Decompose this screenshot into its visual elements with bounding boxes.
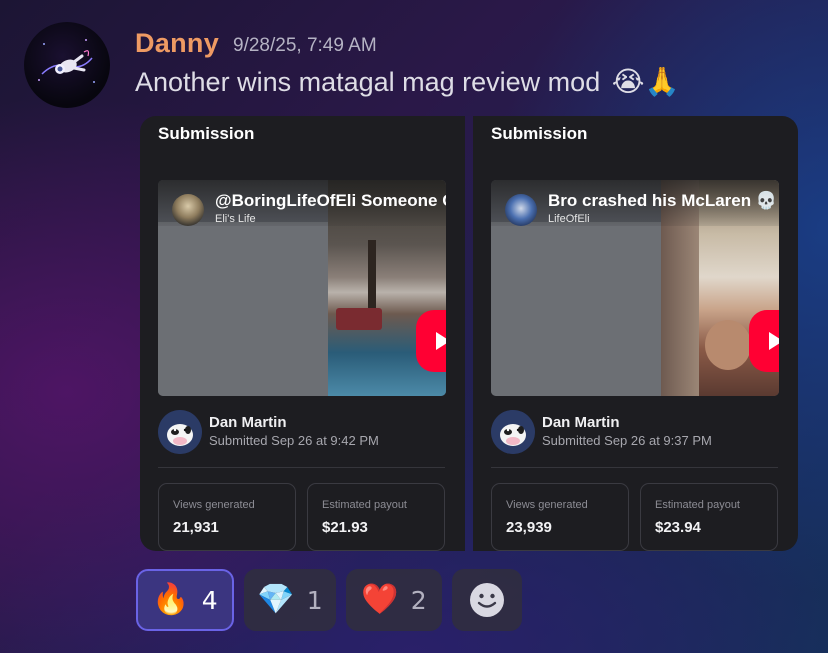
- reaction-count: 2: [410, 585, 427, 615]
- views-value: 21,931: [173, 519, 219, 536]
- payout-value: $21.93: [322, 519, 368, 536]
- cow-avatar-icon: [491, 410, 535, 454]
- video-title[interactable]: @BoringLifeOfEli Someone C: [215, 191, 446, 211]
- reaction-gem[interactable]: 💎 1: [244, 569, 336, 631]
- channel-avatar[interactable]: [172, 194, 204, 226]
- message-emojis: 😭🙏: [611, 66, 680, 97]
- divider: [158, 467, 445, 468]
- payout-label: Estimated payout: [322, 499, 407, 511]
- views-label: Views generated: [173, 499, 255, 511]
- views-stat: Views generated 21,931: [158, 483, 296, 551]
- message-text: Another wins matagal mag review mod 😭🙏: [135, 65, 679, 98]
- views-label: Views generated: [506, 499, 588, 511]
- video-thumbnail[interactable]: Bro crashed his McLaren 💀 LifeOfEli: [491, 180, 779, 396]
- cow-avatar-icon: [158, 410, 202, 454]
- submitter-name[interactable]: Dan Martin: [542, 414, 620, 431]
- submitter-avatar[interactable]: [491, 410, 535, 454]
- add-reaction-icon: [470, 583, 504, 617]
- payout-stat: Estimated payout $23.94: [640, 483, 778, 551]
- add-reaction-button[interactable]: [452, 569, 522, 631]
- message-body: Another wins matagal mag review mod: [135, 67, 601, 97]
- submission-card[interactable]: Submission @BoringLifeOfEli Someone C El…: [140, 116, 465, 551]
- submission-card[interactable]: Submission Bro crashed his McLaren 💀 Lif…: [473, 116, 798, 551]
- submitted-date: Submitted Sep 26 at 9:42 PM: [209, 433, 379, 448]
- reaction-count: 4: [201, 585, 218, 615]
- payout-value: $23.94: [655, 519, 701, 536]
- payout-stat: Estimated payout $21.93: [307, 483, 445, 551]
- username[interactable]: Danny: [135, 28, 219, 59]
- views-value: 23,939: [506, 519, 552, 536]
- divider: [491, 467, 778, 468]
- reaction-fire[interactable]: 🔥 4: [136, 569, 234, 631]
- channel-name: LifeOfEli: [548, 213, 590, 225]
- youtube-play-icon[interactable]: [749, 310, 779, 372]
- reaction-count: 1: [306, 585, 323, 615]
- submitter-avatar[interactable]: [158, 410, 202, 454]
- heart-icon: ❤️: [361, 583, 399, 616]
- astronaut-icon: [38, 39, 95, 83]
- submitter-name[interactable]: Dan Martin: [209, 414, 287, 431]
- gem-icon: 💎: [257, 583, 295, 616]
- card-title: Submission: [491, 124, 588, 143]
- timestamp: 9/28/25, 7:49 AM: [233, 35, 377, 56]
- submitted-date: Submitted Sep 26 at 9:37 PM: [542, 433, 712, 448]
- video-thumbnail[interactable]: @BoringLifeOfEli Someone C Eli's Life: [158, 180, 446, 396]
- video-title[interactable]: Bro crashed his McLaren 💀: [548, 191, 777, 211]
- channel-avatar[interactable]: [505, 194, 537, 226]
- user-avatar[interactable]: [24, 22, 110, 108]
- fire-icon: 🔥: [152, 583, 190, 616]
- reaction-heart[interactable]: ❤️ 2: [346, 569, 442, 631]
- thumbnail-placeholder: [491, 222, 661, 396]
- thumbnail-placeholder: [158, 222, 328, 396]
- payout-label: Estimated payout: [655, 499, 740, 511]
- card-title: Submission: [158, 124, 255, 143]
- youtube-play-icon[interactable]: [416, 310, 446, 372]
- channel-name: Eli's Life: [215, 213, 256, 225]
- views-stat: Views generated 23,939: [491, 483, 629, 551]
